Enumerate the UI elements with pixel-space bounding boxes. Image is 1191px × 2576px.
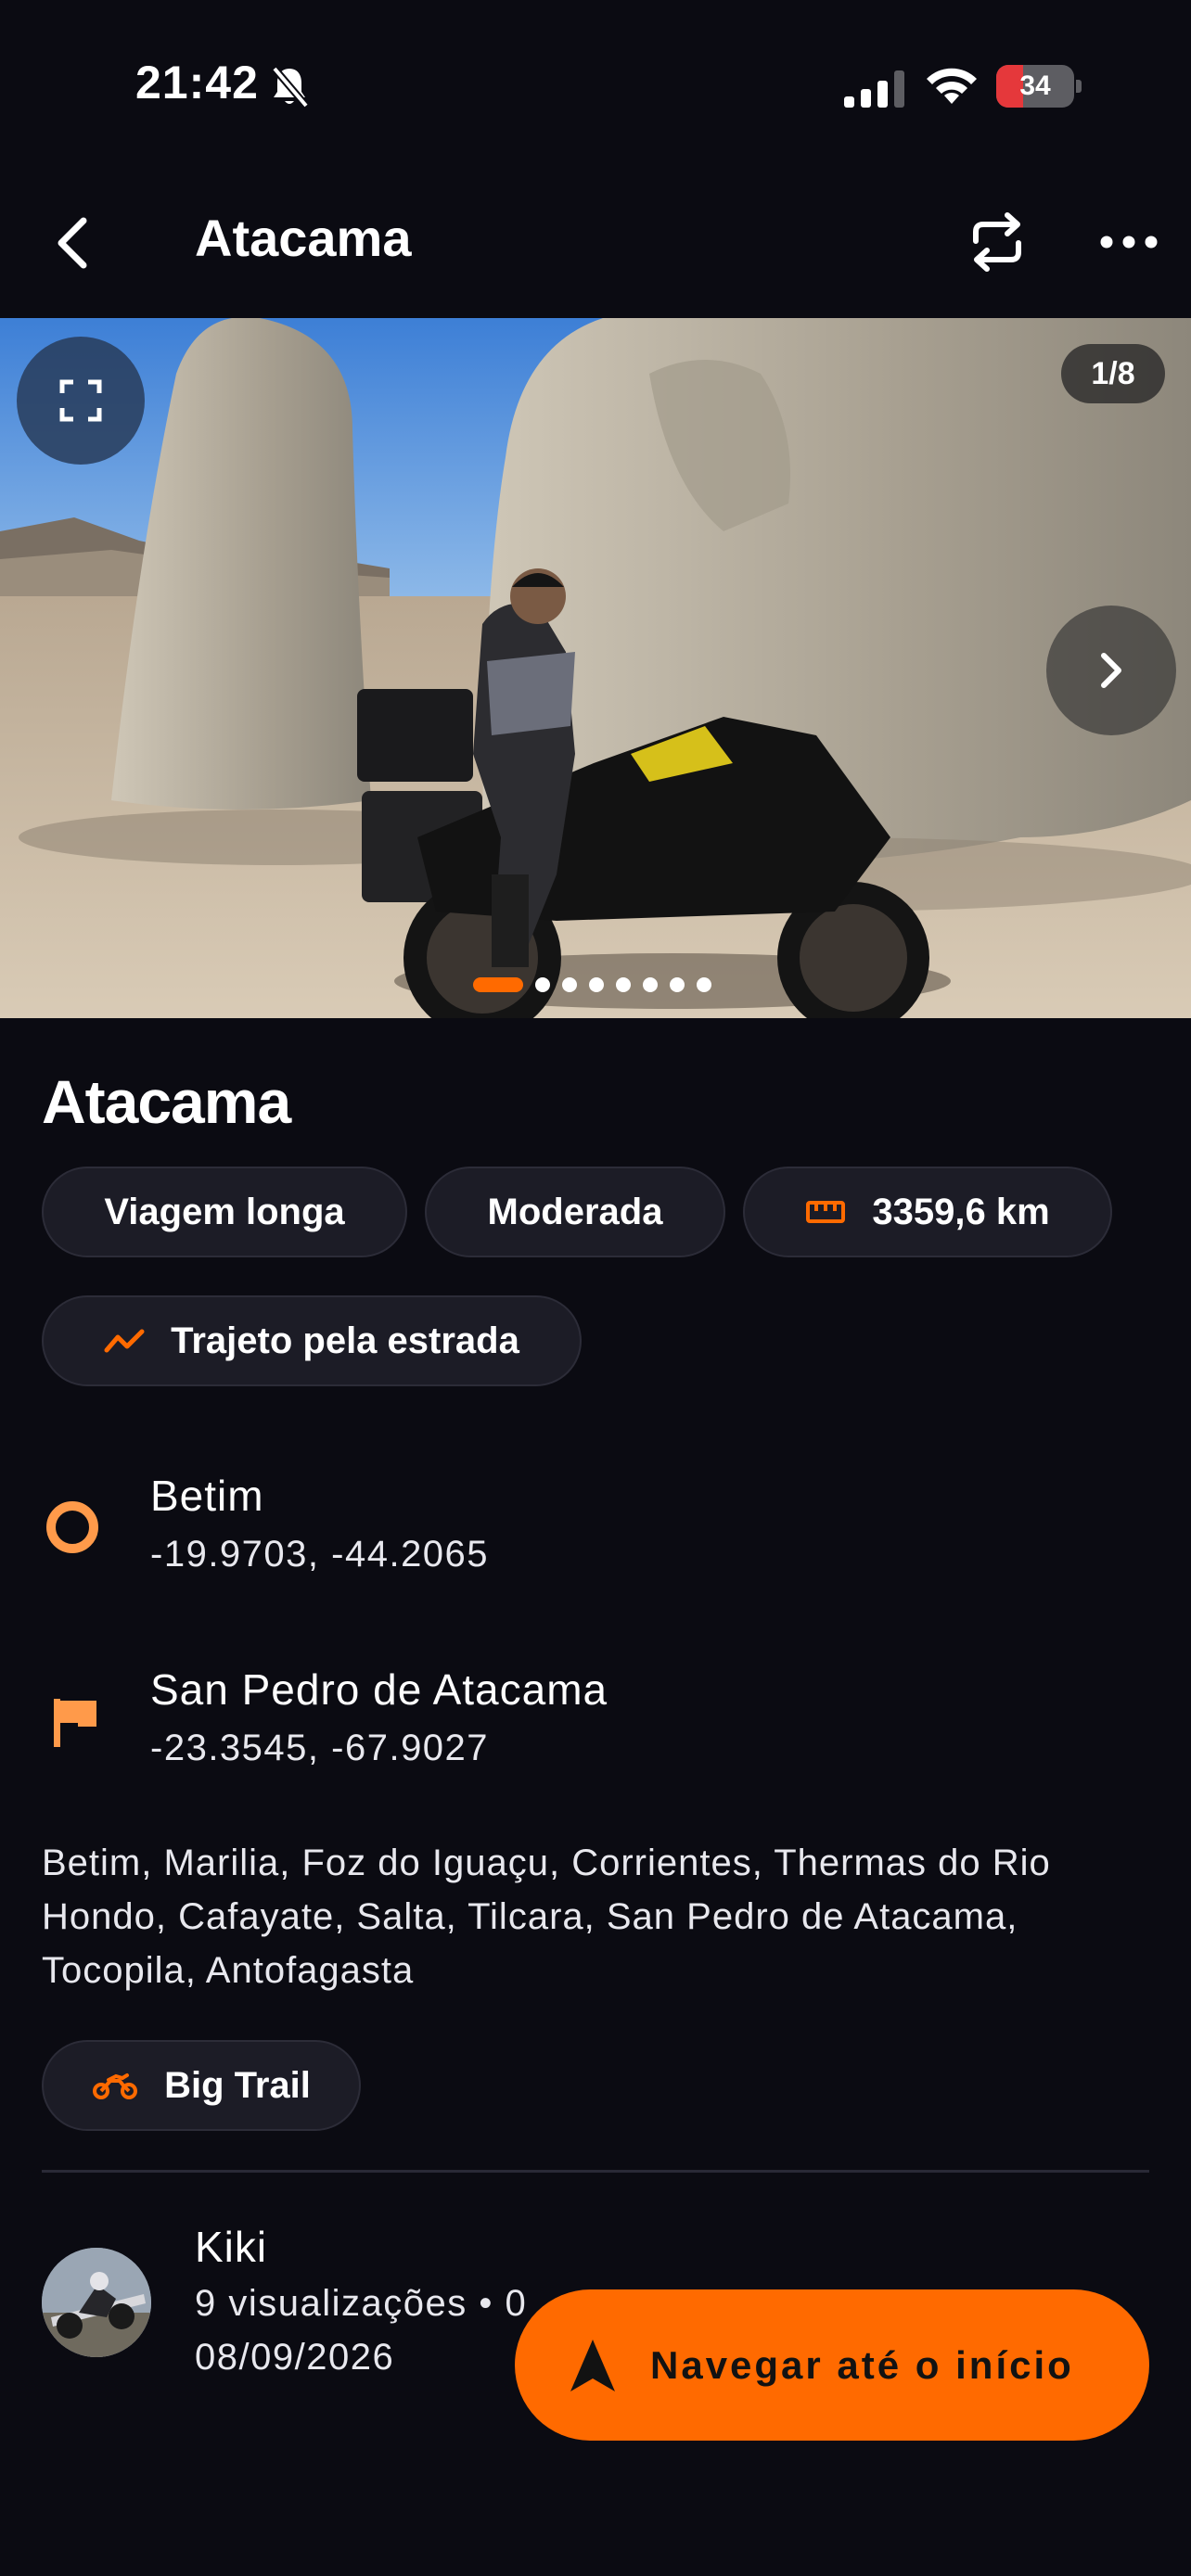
- status-time: 21:42: [135, 57, 259, 108]
- finish-flag-icon: [54, 1699, 96, 1747]
- distance-chip: 3359,6 km: [743, 1167, 1112, 1257]
- next-photo-button[interactable]: [1046, 606, 1176, 735]
- publish-date: 08/09/2026: [195, 2337, 395, 2378]
- bell-slash-icon: [271, 66, 310, 108]
- start-circle-icon: [46, 1501, 98, 1553]
- bike-category-chip: Big Trail: [42, 2040, 361, 2131]
- expand-icon: [59, 379, 102, 422]
- gallery-pagination[interactable]: [473, 976, 711, 994]
- cellular-signal-icon: [844, 70, 904, 108]
- ruler-icon: [806, 1201, 846, 1223]
- more-dots-icon[interactable]: [1098, 210, 1159, 274]
- trip-type-label: Viagem longa: [104, 1191, 345, 1232]
- status-bar: 21:42 34: [0, 0, 1191, 176]
- waypoints-list: Betim, Marilia, Foz do Iguaçu, Corriente…: [42, 1843, 1051, 1991]
- bike-category-label: Big Trail: [164, 2064, 311, 2106]
- navigation-arrow-icon: [570, 2339, 615, 2391]
- difficulty-label: Moderada: [487, 1191, 663, 1232]
- author-stats: 9 visualizações • 0: [195, 2283, 528, 2324]
- photo-counter: 1/8: [1061, 344, 1165, 403]
- chevron-right-icon: [1101, 653, 1121, 688]
- pagination-dot[interactable]: [616, 977, 631, 992]
- distance-label: 3359,6 km: [872, 1191, 1050, 1232]
- repeat-icon[interactable]: [965, 210, 1030, 274]
- start-location-coords: -19.9703, -44.2065: [150, 1534, 490, 1575]
- pagination-dot-active[interactable]: [473, 977, 523, 992]
- motorcycle-icon: [93, 2073, 138, 2099]
- trip-title: Atacama: [42, 1067, 291, 1136]
- pagination-dot[interactable]: [643, 977, 658, 992]
- pagination-dot[interactable]: [535, 977, 550, 992]
- expand-button[interactable]: [17, 337, 145, 465]
- start-location-name: Betim: [150, 1472, 264, 1520]
- difficulty-chip: Moderada: [425, 1167, 725, 1257]
- route-chip: Trajeto pela estrada: [42, 1295, 582, 1386]
- avatar-photo: [42, 2248, 151, 2357]
- end-location-name: San Pedro de Atacama: [150, 1665, 608, 1714]
- battery-level: 34: [1019, 70, 1051, 101]
- wifi-icon: [927, 68, 977, 104]
- route-label: Trajeto pela estrada: [171, 1320, 519, 1361]
- page-title: Atacama: [195, 209, 412, 267]
- author-avatar[interactable]: [42, 2248, 151, 2357]
- trip-detail-screen: 21:42 34 Atacama 1/8 Atacama Viagem long…: [0, 0, 1191, 2576]
- pagination-dot[interactable]: [670, 977, 685, 992]
- photo-gallery[interactable]: 1/8: [0, 318, 1191, 1018]
- pagination-dot[interactable]: [697, 977, 711, 992]
- author-name[interactable]: Kiki: [195, 2222, 267, 2272]
- navigate-button-label: Navegar até o início: [650, 2342, 1074, 2387]
- pagination-dot[interactable]: [562, 977, 577, 992]
- top-nav-bar: Atacama: [0, 185, 1191, 306]
- navigate-to-start-button[interactable]: Navegar até o início: [515, 2289, 1149, 2441]
- trip-photo: [0, 318, 1191, 1018]
- end-location-coords: -23.3545, -67.9027: [150, 1728, 490, 1768]
- route-trend-icon: [104, 1329, 145, 1353]
- battery-indicator: 34: [996, 65, 1082, 108]
- section-divider: [42, 2170, 1149, 2173]
- back-chevron-icon[interactable]: [46, 210, 106, 276]
- trip-type-chip: Viagem longa: [42, 1167, 407, 1257]
- pagination-dot[interactable]: [589, 977, 604, 992]
